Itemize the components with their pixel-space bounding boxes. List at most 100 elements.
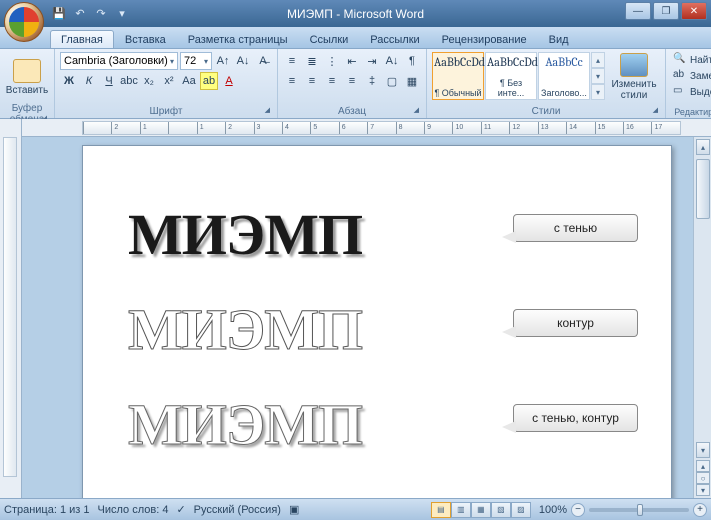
view-print-layout[interactable]: ▤ <box>431 502 451 518</box>
document-area: 21 1234567891011121314151617 МИЭМП МИЭМП… <box>0 119 711 498</box>
qat-more-icon[interactable]: ▾ <box>113 5 131 23</box>
zoom-control: 100% − + <box>539 503 707 517</box>
tab-references[interactable]: Ссылки <box>299 30 360 48</box>
find-button[interactable]: 🔍Найти ▾ <box>671 52 711 68</box>
select-icon: ▭ <box>673 85 687 99</box>
style-heading1[interactable]: AaBbCcЗаголово... <box>538 52 590 100</box>
italic-button[interactable]: К <box>80 72 98 90</box>
tab-insert[interactable]: Вставка <box>114 30 177 48</box>
change-styles-label: Изменить стили <box>611 79 656 101</box>
save-icon[interactable]: 💾 <box>50 5 68 23</box>
title-bar: 💾 ↶ ↷ ▾ МИЭМП - Microsoft Word — ❐ ✕ <box>0 0 711 27</box>
sample-shadow: МИЭМП <box>128 201 362 269</box>
style-no-spacing[interactable]: AaBbCcDd¶ Без инте... <box>485 52 537 100</box>
tab-layout[interactable]: Разметка страницы <box>177 30 299 48</box>
tab-home[interactable]: Главная <box>50 30 114 48</box>
align-right-button[interactable]: ≡ <box>323 72 341 90</box>
undo-icon[interactable]: ↶ <box>71 5 89 23</box>
group-font: Cambria (Заголовки) 72 A↑ A↓ A̶ Ж К Ч ab… <box>55 49 278 118</box>
replace-icon: ab <box>673 69 687 83</box>
ribbon: Вставить Буфер обмена Cambria (Заголовки… <box>0 49 711 119</box>
select-button[interactable]: ▭Выделить ▾ <box>671 84 711 100</box>
shrink-font-icon[interactable]: A↓ <box>234 52 252 70</box>
callout-shadow[interactable]: с тенью <box>513 214 638 242</box>
font-name-combo[interactable]: Cambria (Заголовки) <box>60 52 178 70</box>
bullets-button[interactable]: ≡ <box>283 52 301 70</box>
group-paragraph-label: Абзац <box>283 105 421 117</box>
view-draft[interactable]: ▨ <box>511 502 531 518</box>
zoom-out-button[interactable]: − <box>571 503 585 517</box>
horizontal-ruler[interactable]: 21 1234567891011121314151617 <box>22 119 711 137</box>
style-normal[interactable]: AaBbCcDd¶ Обычный <box>432 52 484 100</box>
sample-outline: МИЭМП <box>128 296 362 364</box>
tab-review[interactable]: Рецензирование <box>431 30 538 48</box>
borders-button[interactable]: ▦ <box>403 72 421 90</box>
view-web[interactable]: ▦ <box>471 502 491 518</box>
status-language[interactable]: Русский (Россия) <box>194 504 281 516</box>
redo-icon[interactable]: ↷ <box>92 5 110 23</box>
callout-outline[interactable]: контур <box>513 309 638 337</box>
status-bar: Страница: 1 из 1 Число слов: 4 ✓ Русский… <box>0 498 711 520</box>
group-editing-label: Редактирование <box>671 106 711 117</box>
status-proofing-icon[interactable]: ✓ <box>176 503 185 516</box>
font-color-button[interactable]: A <box>220 72 238 90</box>
view-outline[interactable]: ▧ <box>491 502 511 518</box>
align-left-button[interactable]: ≡ <box>283 72 301 90</box>
ribbon-tabs: Главная Вставка Разметка страницы Ссылки… <box>0 27 711 49</box>
paste-button[interactable]: Вставить <box>5 52 49 102</box>
justify-button[interactable]: ≡ <box>343 72 361 90</box>
vertical-scrollbar[interactable]: ▴ ▾ ▴○▾ <box>693 137 711 498</box>
tab-view[interactable]: Вид <box>538 30 580 48</box>
grow-font-icon[interactable]: A↑ <box>214 52 232 70</box>
group-font-label: Шрифт <box>60 105 272 117</box>
superscript-button[interactable]: x² <box>160 72 178 90</box>
clear-format-icon[interactable]: A̶ <box>254 52 272 70</box>
scroll-down-icon[interactable]: ▾ <box>696 442 710 458</box>
change-styles-icon <box>620 53 648 77</box>
scroll-up-icon[interactable]: ▴ <box>696 139 710 155</box>
strike-button[interactable]: abc <box>120 72 138 90</box>
change-case-button[interactable]: Aa <box>180 72 198 90</box>
close-button[interactable]: ✕ <box>681 2 707 20</box>
font-size-combo[interactable]: 72 <box>180 52 212 70</box>
multilevel-button[interactable]: ⋮ <box>323 52 341 70</box>
zoom-value[interactable]: 100% <box>539 504 567 516</box>
align-center-button[interactable]: ≡ <box>303 72 321 90</box>
tab-mailings[interactable]: Рассылки <box>359 30 430 48</box>
maximize-button[interactable]: ❐ <box>653 2 679 20</box>
paste-icon <box>13 59 41 83</box>
styles-scroll[interactable]: ▴▾▾ <box>591 52 605 100</box>
quick-access-toolbar: 💾 ↶ ↷ ▾ <box>50 5 131 23</box>
paste-label: Вставить <box>6 85 48 96</box>
numbering-button[interactable]: ≣ <box>303 52 321 70</box>
scroll-thumb[interactable] <box>696 159 710 219</box>
status-words[interactable]: Число слов: 4 <box>98 504 169 516</box>
bold-button[interactable]: Ж <box>60 72 78 90</box>
sort-button[interactable]: A↓ <box>383 52 401 70</box>
vertical-ruler[interactable] <box>0 119 22 498</box>
page: МИЭМП МИЭМП МИЭМП с тенью контур с тенью… <box>82 145 672 498</box>
sample-shadow-outline: МИЭМП <box>128 391 362 459</box>
replace-button[interactable]: abЗаменить <box>671 68 711 84</box>
document-viewport[interactable]: МИЭМП МИЭМП МИЭМП с тенью контур с тенью… <box>22 137 711 498</box>
show-marks-button[interactable]: ¶ <box>403 52 421 70</box>
decrease-indent-button[interactable]: ⇤ <box>343 52 361 70</box>
view-full-reading[interactable]: ▥ <box>451 502 471 518</box>
change-styles-button[interactable]: Изменить стили <box>608 52 660 102</box>
zoom-in-button[interactable]: + <box>693 503 707 517</box>
increase-indent-button[interactable]: ⇥ <box>363 52 381 70</box>
subscript-button[interactable]: x₂ <box>140 72 158 90</box>
zoom-slider[interactable] <box>589 508 689 512</box>
shading-button[interactable]: ▢ <box>383 72 401 90</box>
highlight-button[interactable]: ab <box>200 72 218 90</box>
line-spacing-button[interactable]: ‡ <box>363 72 381 90</box>
office-button[interactable] <box>4 2 44 42</box>
status-macro-icon[interactable]: ▣ <box>289 503 299 516</box>
status-page[interactable]: Страница: 1 из 1 <box>4 504 90 516</box>
underline-button[interactable]: Ч <box>100 72 118 90</box>
group-styles: AaBbCcDd¶ Обычный AaBbCcDd¶ Без инте... … <box>427 49 666 118</box>
minimize-button[interactable]: — <box>625 2 651 20</box>
group-clipboard: Вставить Буфер обмена <box>0 49 55 118</box>
browse-nav[interactable]: ▴○▾ <box>696 460 710 496</box>
callout-shadow-outline[interactable]: с тенью, контур <box>513 404 638 432</box>
